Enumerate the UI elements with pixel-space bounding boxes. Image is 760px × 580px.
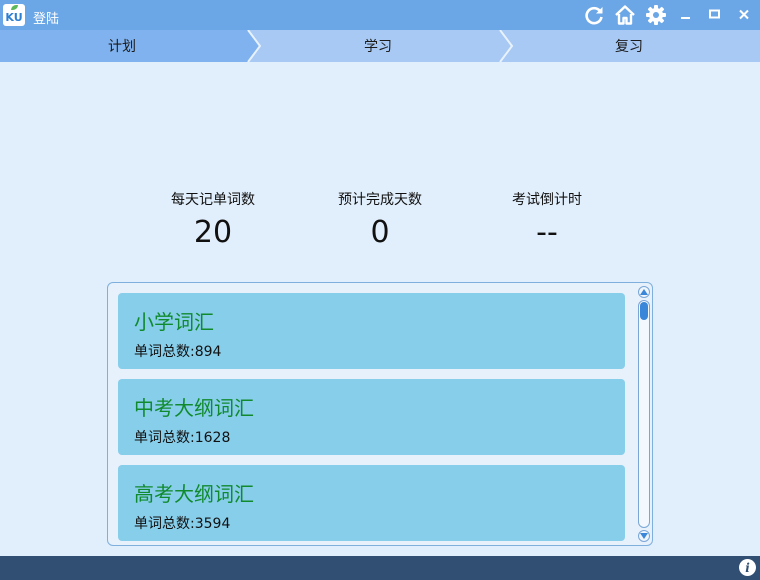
scroll-up-button[interactable] [638,286,650,298]
book-item-middle-school[interactable]: 中考大纲词汇 单词总数:1628 [118,379,625,455]
tab-review[interactable]: 复习 [516,30,742,62]
book-name: 小学词汇 [134,310,214,334]
scroll-down-button[interactable] [638,530,650,542]
book-item-primary[interactable]: 小学词汇 单词总数:894 [118,293,625,369]
refresh-icon[interactable] [581,2,607,28]
scrollbar-thumb[interactable] [640,302,648,320]
tab-review-label: 复习 [615,39,643,55]
tab-study[interactable]: 学习 [262,30,494,62]
window-title: 登陆 [33,12,60,27]
book-item-high-school[interactable]: 高考大纲词汇 单词总数:3594 [118,465,625,541]
book-word-count: 单词总数:3594 [134,516,231,532]
leaf-icon [11,5,18,10]
maximize-icon[interactable] [701,2,727,28]
book-name: 中考大纲词汇 [134,396,254,420]
minimize-icon[interactable] [672,2,698,28]
status-bar: i [0,556,760,580]
app-logo-text: KU [5,11,23,24]
tab-plan[interactable]: 计划 [0,30,244,62]
step-tabs: 计划 学习 复习 [0,30,760,62]
scrollbar-track[interactable] [638,300,650,528]
info-icon[interactable]: i [739,559,756,576]
step-arrow-2 [499,30,514,62]
book-name: 高考大纲词汇 [134,482,254,506]
chevron-up-icon [640,289,648,295]
tab-study-label: 学习 [364,39,392,55]
chevron-down-icon [640,533,648,539]
tab-plan-label: 计划 [108,39,136,55]
home-icon[interactable] [612,2,638,28]
step-arrow-1 [244,30,262,62]
title-bar: KU 登陆 [0,0,760,30]
book-word-count: 单词总数:894 [134,344,222,360]
exam-countdown-value: -- [536,215,558,250]
book-list: 小学词汇 单词总数:894 中考大纲词汇 单词总数:1628 高考大纲词汇 单词… [107,282,653,546]
gear-icon[interactable] [643,2,669,28]
estimated-days-value: 0 [370,215,390,250]
daily-words-value: 20 [193,215,233,250]
app-logo: KU [3,4,25,26]
daily-words-label: 每天记单词数 [171,192,255,208]
estimated-days-label: 预计完成天数 [338,192,422,208]
exam-countdown-label: 考试倒计时 [512,192,582,208]
book-word-count: 单词总数:1628 [134,430,231,446]
close-icon[interactable] [731,2,757,28]
